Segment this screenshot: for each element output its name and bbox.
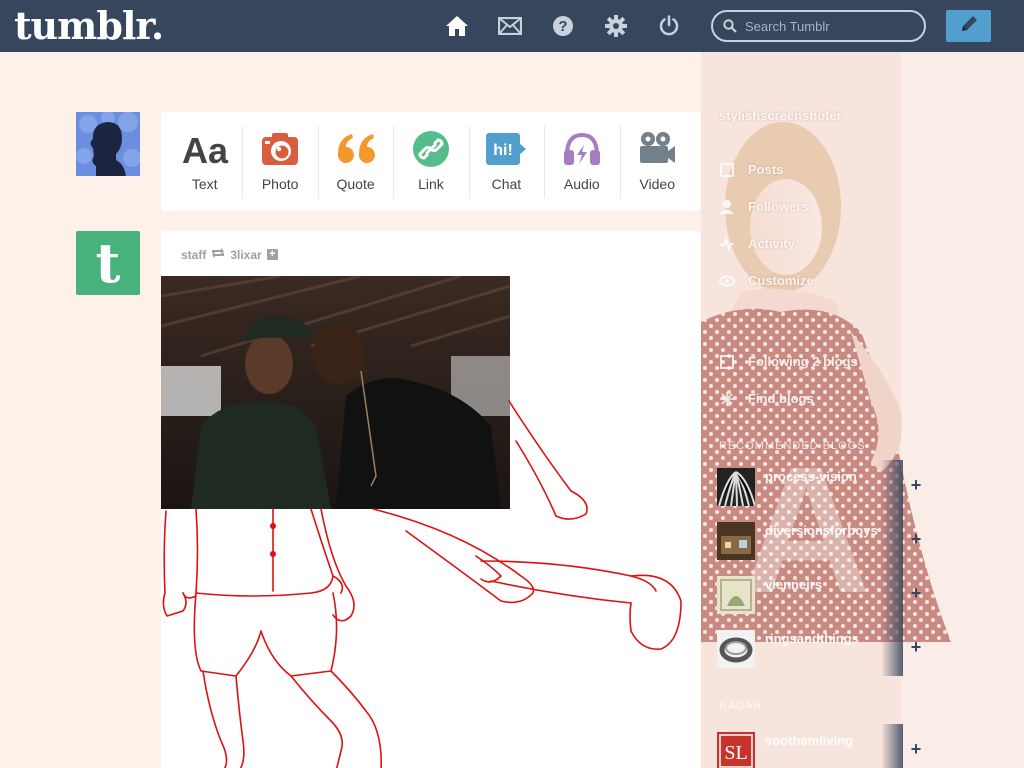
search-input[interactable]	[745, 17, 915, 35]
post-type-label: Text	[191, 176, 218, 192]
gear-icon[interactable]	[602, 12, 630, 40]
top-nav-bar: tumblr. ?	[0, 0, 1024, 52]
blog-avatar	[717, 522, 755, 560]
tumblr-logo[interactable]: tumblr.	[14, 4, 164, 48]
recommended-blog[interactable]: diversionsforboys +	[717, 514, 927, 568]
sidebar-item-posts[interactable]: Posts	[748, 162, 783, 177]
post-type-text[interactable]: Aa Text	[167, 112, 242, 211]
mail-icon[interactable]	[496, 12, 524, 40]
recommended-blog[interactable]: vienneirs +	[717, 568, 927, 622]
follow-strip	[881, 514, 903, 568]
activity-icon	[719, 235, 735, 253]
compose-button[interactable]	[946, 10, 991, 42]
blog-avatar	[717, 468, 755, 506]
blog-name: vienneirs	[765, 577, 823, 592]
post-type-chat[interactable]: hi! Chat	[468, 112, 544, 211]
post-type-label: Link	[418, 176, 444, 192]
post-type-label: Chat	[491, 176, 522, 192]
svg-text:SL: SL	[724, 742, 747, 764]
home-icon[interactable]	[443, 12, 471, 40]
post-type-video[interactable]: Video	[619, 112, 695, 211]
post-type-label: Video	[639, 176, 676, 192]
post-type-link[interactable]: Link	[393, 112, 468, 211]
blog-avatar	[717, 576, 755, 614]
red-sketch-drawing	[162, 400, 682, 768]
follow-strip	[881, 568, 903, 622]
right-sidebar: A stylishscreenshoter Posts Followers Ac…	[701, 52, 1024, 768]
blog-name: ringsandthings	[765, 631, 859, 646]
blog-name: soothemliving	[765, 733, 854, 748]
recommended-heading: RECOMMENDED BLOGS	[719, 440, 866, 452]
video-camera-icon	[638, 130, 676, 168]
posts-icon	[719, 162, 735, 178]
chat-icon: hi!	[485, 130, 527, 168]
blog-avatar: SL	[717, 732, 755, 768]
post-type-bar: Aa Text Photo Quote Link hi! Chat Audio	[161, 112, 701, 211]
recommended-blog[interactable]: ringsandthings +	[717, 622, 927, 676]
post-type-audio[interactable]: Audio	[544, 112, 619, 211]
post-type-label: Photo	[261, 176, 299, 192]
sidebar-blog-name[interactable]: stylishscreenshoter	[719, 108, 842, 123]
post-type-photo[interactable]: Photo	[242, 112, 317, 211]
text-icon: Aa	[181, 130, 229, 168]
follow-plus-icon[interactable]: +	[907, 740, 925, 758]
sidebar-item-customize[interactable]: Customize	[748, 273, 814, 288]
svg-text:Aa: Aa	[182, 130, 229, 168]
sidebar-item-followers[interactable]: Followers	[748, 199, 809, 214]
following-icon	[719, 354, 735, 370]
radar-heading: RADAR	[719, 700, 763, 712]
help-icon[interactable]: ?	[549, 12, 577, 40]
follow-plus-icon[interactable]: +	[907, 584, 925, 602]
radar-blog[interactable]: SL soothemliving +	[717, 724, 927, 768]
camera-icon	[261, 130, 299, 168]
follow-plus-icon[interactable]: +	[907, 476, 925, 494]
headphones-icon	[562, 130, 602, 168]
svg-text:hi!: hi!	[494, 142, 514, 159]
follow-plus-icon[interactable]: +	[907, 530, 925, 548]
link-icon	[412, 130, 450, 168]
blog-name: process-vision	[765, 469, 857, 484]
user-avatar[interactable]	[76, 112, 140, 176]
post-type-quote[interactable]: Quote	[317, 112, 393, 211]
svg-text:?: ?	[558, 18, 567, 35]
recommended-blog[interactable]: process-vision +	[717, 460, 927, 514]
find-icon	[719, 391, 735, 407]
dashboard-post: staff 3lixar +	[161, 231, 701, 768]
follow-strip	[881, 622, 903, 676]
follow-plus-icon[interactable]: +	[907, 638, 925, 656]
sidebar-item-find-blogs[interactable]: Find blogs	[748, 391, 814, 406]
sidebar-item-following[interactable]: Following 2 blogs	[748, 354, 858, 369]
blog-name: diversionsforboys	[765, 523, 878, 538]
follow-strip	[881, 724, 903, 768]
staff-avatar[interactable]: t	[76, 231, 140, 295]
eye-icon	[719, 273, 735, 289]
followers-icon	[719, 199, 735, 215]
quote-icon	[336, 130, 376, 168]
post-type-label: Quote	[336, 176, 375, 192]
follow-strip	[881, 460, 903, 514]
blog-avatar	[717, 630, 755, 668]
post-type-label: Audio	[563, 176, 600, 192]
pencil-icon	[959, 14, 979, 39]
search-icon	[723, 19, 737, 38]
sidebar-item-activity[interactable]: Activity	[748, 236, 795, 251]
power-icon[interactable]	[655, 12, 683, 40]
search-box[interactable]	[711, 10, 926, 42]
